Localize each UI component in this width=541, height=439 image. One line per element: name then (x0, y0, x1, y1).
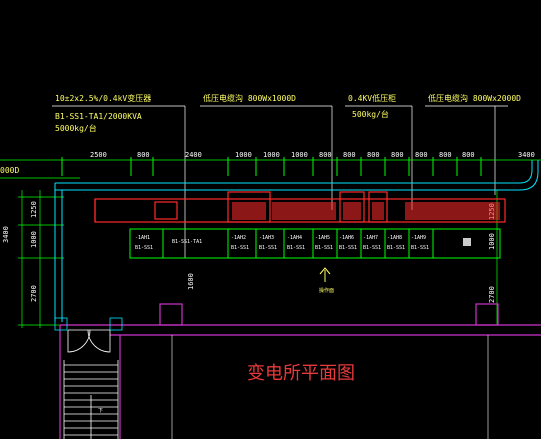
cabinet-label-bot: B1-SS1 (315, 245, 333, 251)
cabinet-label-top: B1-SS1-TA1 (172, 239, 202, 245)
dim-top-7: 800 (343, 151, 356, 159)
transformer-model-label: B1-SS1-TA1/2000KVA (55, 112, 142, 121)
cabinet-label-top: -1AH8 (387, 235, 402, 241)
cabinet-label-top: -1AH9 (411, 235, 426, 241)
dim-top-13: 3400 (518, 151, 535, 159)
dim-top-4: 1000 (263, 151, 280, 159)
stair-label: 下 (98, 408, 103, 414)
dim-top-10: 800 (415, 151, 428, 159)
dim-left-2: 2700 (30, 285, 38, 302)
dim-mid: 1600 (187, 273, 195, 290)
cabinet-label-top: -1AH2 (231, 235, 246, 241)
dim-left-1: 1000 (30, 231, 38, 248)
dim-left-total: 3400 (2, 226, 10, 243)
top-dimension-chain (0, 157, 541, 179)
cabinet-label-top: -1AH5 (315, 235, 330, 241)
dim-top-1: 800 (137, 151, 150, 159)
lv-trunk-2-label: 低压电缆沟 800Wx2000D (428, 93, 521, 103)
lv-cabinet-label: 0.4KV低压柜 (348, 93, 396, 103)
cabinet-label-top: -1AH7 (363, 235, 378, 241)
cabinet-label-top: -1AH3 (259, 235, 274, 241)
dim-top-6: 800 (319, 151, 332, 159)
cabinet-label-top: -1AH4 (287, 235, 302, 241)
annotation-leaders (52, 105, 508, 258)
dim-top-5: 1000 (291, 151, 308, 159)
north-arrow-icon (319, 267, 331, 282)
cabinet-label-bot: B1-SS1 (287, 245, 305, 251)
hatched-trench (232, 202, 500, 220)
dim-right-1: 1000 (488, 233, 496, 250)
left-dimension-chain (18, 190, 64, 328)
cabinet-marker (463, 238, 471, 246)
dim-top-9: 800 (391, 151, 404, 159)
cabinet-label-bot: B1-SS1 (135, 245, 153, 251)
cabinet-label-bot: B1-SS1 (387, 245, 405, 251)
cabinet-label-top: -1AH1 (135, 235, 150, 241)
transformer-weight-label: 5000kg/台 (55, 123, 97, 133)
dim-left-0: 1250 (30, 201, 38, 218)
cabinet-label-bot: B1-SS1 (411, 245, 429, 251)
cabinet-label-bot: B1-SS1 (231, 245, 249, 251)
lv-cabinet-weight-label: 500kg/台 (352, 109, 389, 119)
cabinet-label-bot: B1-SS1 (259, 245, 277, 251)
dim-top-11: 800 (439, 151, 452, 159)
operating-side-label: 操作面 (319, 287, 334, 294)
plan-title: 变电所平面图 (247, 363, 355, 384)
dim-top-0: 2500 (90, 151, 107, 159)
cabinet-label-bot: B1-SS1 (339, 245, 357, 251)
cabinet-label-bot: B1-SS1 (363, 245, 381, 251)
cad-drawing: 10±2x2.5%/0.4kV变压器 B1-SS1-TA1/2000KVA 50… (0, 93, 541, 439)
transformer-spec-label: 10±2x2.5%/0.4kV变压器 (55, 93, 151, 103)
dim-top-2: 2400 (185, 151, 202, 159)
cabinet-label-top: -1AH6 (339, 235, 354, 241)
dim-top-8: 800 (367, 151, 380, 159)
stairs-icon (63, 360, 119, 439)
dim-right-2: 2700 (488, 286, 496, 303)
left-cut-label: 000D (0, 166, 19, 175)
dim-top-3: 1000 (235, 151, 252, 159)
lv-trunk-1-label: 低压电缆沟 800Wx1000D (203, 93, 296, 103)
dim-top-12: 800 (462, 151, 475, 159)
